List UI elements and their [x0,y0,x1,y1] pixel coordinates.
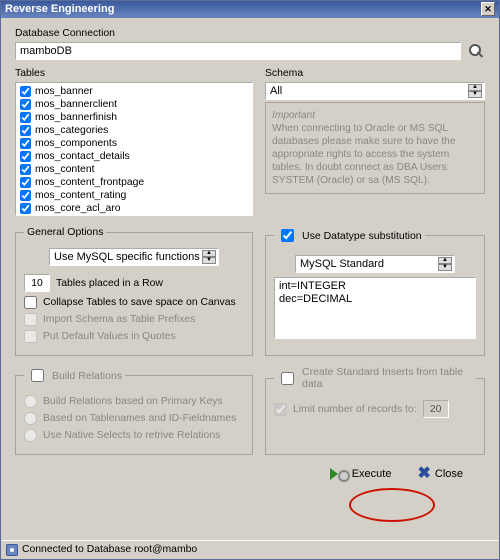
subst-mapping-box[interactable]: int=INTEGERdec=DECIMAL [274,277,476,339]
use-subst-title: Use Datatype substitution [302,230,422,242]
relations-names-radio [24,412,37,425]
execute-label: Execute [352,468,392,480]
db-connection-label: Database Connection [15,28,485,39]
table-checkbox[interactable] [20,112,31,123]
collapse-tables-checkbox[interactable] [24,296,37,309]
quote-defaults-checkbox [24,330,37,343]
execute-button[interactable]: Execute [324,461,398,487]
chevron-up-icon[interactable]: ▲ [468,84,482,91]
general-options-title: General Options [24,226,106,238]
relations-native-radio [24,429,37,442]
table-row[interactable]: mos_content_rating [18,189,250,202]
table-row[interactable]: mos_components [18,137,250,150]
subst-line: int=INTEGER [279,280,471,293]
chevron-down-icon[interactable]: ▼ [468,91,482,98]
table-row[interactable]: mos_bannerclient [18,98,250,111]
collapse-tables-label: Collapse Tables to save space on Canvas [43,297,236,308]
table-name: mos_content [35,164,95,175]
import-schema-prefix-checkbox [24,313,37,326]
general-func-combo[interactable]: Use MySQL specific functions ▲▼ [49,248,219,266]
tables-label: Tables [15,68,253,79]
close-button[interactable]: ✖ Close [411,461,469,487]
tables-per-row-label: Tables placed in a Row [56,278,163,289]
table-name: mos_banner [35,86,93,97]
quote-defaults-label: Put Default Values in Quotes [43,331,176,342]
create-inserts-title: Create Standard Inserts from table data [302,366,473,390]
table-checkbox[interactable] [20,86,31,97]
use-subst-checkbox[interactable] [281,229,294,242]
subst-combo[interactable]: MySQL Standard ▲▼ [295,255,455,273]
table-name: mos_bannerclient [35,99,117,110]
tables-listbox[interactable]: mos_banner mos_bannerclient mos_bannerfini… [15,82,253,216]
table-row[interactable]: mos_core_acl_aro [18,202,250,215]
table-name: mos_content_rating [35,190,126,201]
chevron-up-icon[interactable]: ▲ [202,250,216,257]
highlight-oval [349,488,435,522]
table-row[interactable]: mos_contact_details [18,150,250,163]
close-x-icon: ✖ [417,467,430,481]
table-row[interactable]: mos_categories [18,124,250,137]
table-checkbox[interactable] [20,125,31,136]
table-row[interactable]: mos_content [18,163,250,176]
import-schema-prefix-label: Import Schema as Table Prefixes [43,314,195,325]
table-name: mos_components [35,138,117,149]
relations-native-label: Use Native Selects to retrive Relations [43,430,220,441]
general-func-value: Use MySQL specific functions [54,251,200,263]
schema-important-text: When connecting to Oracle or MS SQL data… [272,122,478,187]
close-icon[interactable]: ✕ [481,2,495,16]
table-name: mos_core_acl_aro [35,203,120,214]
subst-combo-value: MySQL Standard [300,258,384,270]
schema-combo-value: All [270,85,282,97]
table-row[interactable]: mos_banner [18,85,250,98]
subst-line: dec=DECIMAL [279,293,471,306]
chevron-down-icon[interactable]: ▼ [202,257,216,264]
window-title: Reverse Engineering [5,1,114,18]
chevron-up-icon[interactable]: ▲ [438,257,452,264]
close-label: Close [435,468,463,480]
chevron-down-icon[interactable]: ▼ [438,264,452,271]
execute-icon [330,465,348,483]
table-checkbox[interactable] [20,177,31,188]
table-row[interactable]: mos_content_frontpage [18,176,250,189]
db-connection-input[interactable] [15,42,461,60]
table-checkbox[interactable] [20,151,31,162]
browse-connection-icon[interactable] [467,42,485,60]
relations-pk-radio [24,395,37,408]
table-checkbox[interactable] [20,138,31,149]
relations-names-label: Based on Tablenames and ID-Fieldnames [43,413,236,424]
tables-per-row-input[interactable] [24,274,50,292]
schema-important-box: Important When connecting to Oracle or M… [265,102,485,194]
table-name: mos_bannerfinish [35,112,117,123]
table-checkbox[interactable] [20,203,31,214]
limit-records-input [423,400,449,418]
limit-records-checkbox [274,403,287,416]
table-name: mos_categories [35,125,108,136]
schema-combo[interactable]: All ▲▼ [265,82,485,100]
schema-label: Schema [265,68,485,79]
status-text: Connected to Database root@mambo [22,544,197,555]
table-name: mos_content_frontpage [35,177,144,188]
connection-status-icon [6,544,18,556]
build-relations-checkbox[interactable] [31,369,44,382]
relations-pk-label: Build Relations based on Primary Keys [43,396,223,407]
table-row[interactable]: mos_bannerfinish [18,111,250,124]
table-name: mos_contact_details [35,151,130,162]
build-relations-title: Build Relations [52,370,122,382]
table-checkbox[interactable] [20,190,31,201]
limit-records-label: Limit number of records to: [293,404,417,415]
schema-important-title: Important [272,109,478,122]
table-checkbox[interactable] [20,164,31,175]
table-checkbox[interactable] [20,99,31,110]
create-inserts-checkbox[interactable] [281,372,294,385]
